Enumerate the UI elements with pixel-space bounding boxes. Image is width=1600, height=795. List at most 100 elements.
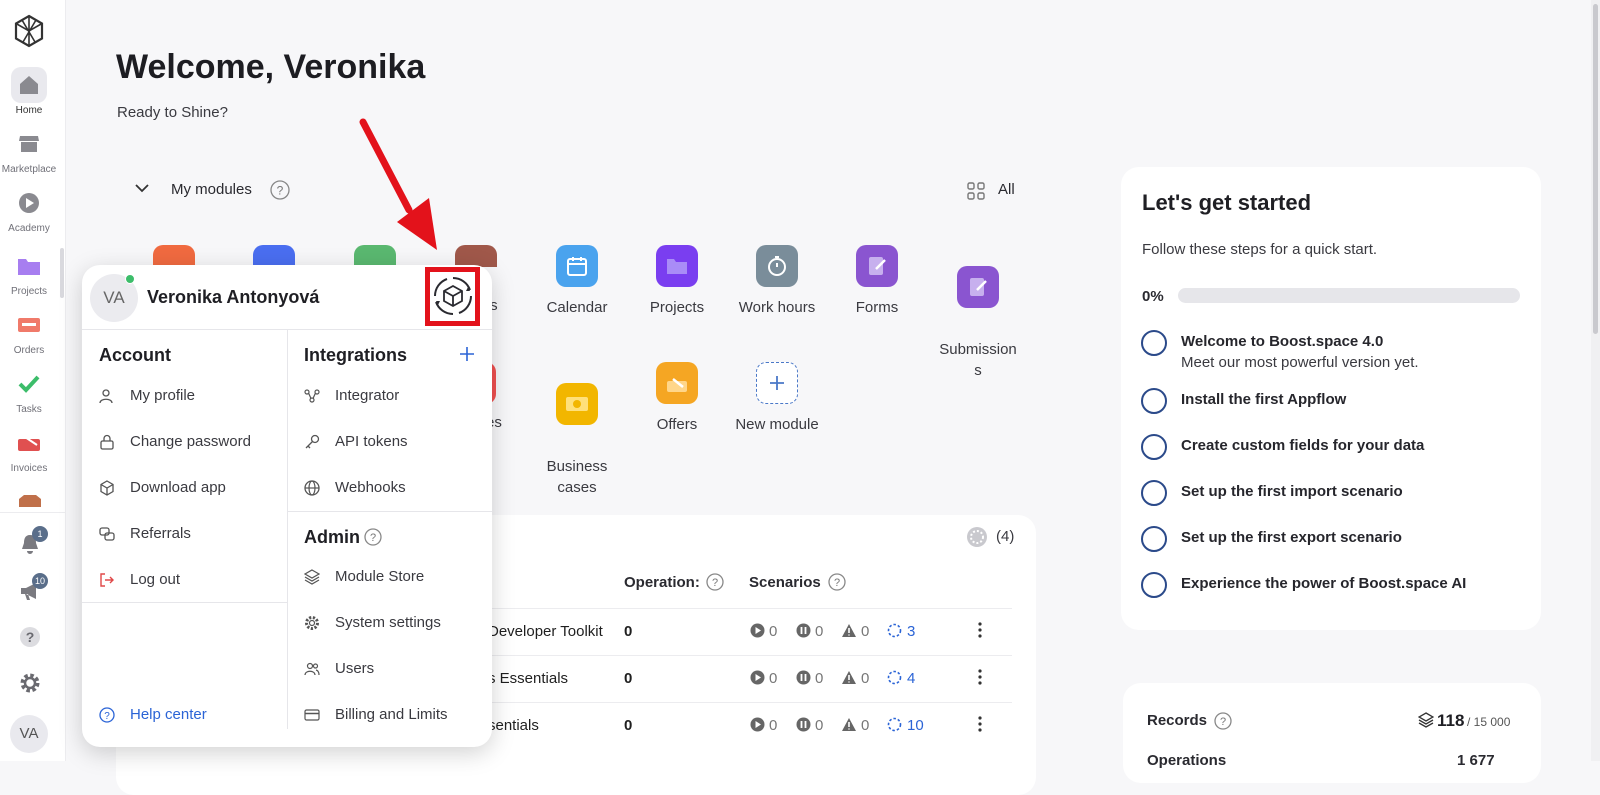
sidebar-item-tasks[interactable]: Tasks [0,366,58,415]
log-out-item[interactable]: Log out [99,571,279,591]
scenarios-count: (4) [996,528,1015,545]
play-icon [18,192,40,214]
divider [82,602,287,603]
check-icon [18,374,40,394]
users-item[interactable]: Users [304,660,484,680]
step-title: Create custom fields for your data [1181,437,1425,454]
lock-icon [99,434,115,450]
module-work-hours[interactable]: Work hours [727,245,827,318]
logout-icon [99,572,115,588]
step-title: Set up the first import scenario [1181,483,1403,500]
svg-text:?: ? [104,711,110,722]
sidebar-item-marketplace[interactable]: Marketplace [0,126,58,175]
step-status-circle-icon [1141,388,1167,414]
system-settings-cube-icon[interactable] [432,275,474,317]
scenario-total[interactable]: 4 [907,670,915,687]
running-count: 0 [769,717,778,734]
api-tokens-item[interactable]: API tokens [304,433,484,453]
help-center-link[interactable]: ? Help center [99,706,279,726]
announcements-badge: 10 [32,573,49,589]
module-store-item[interactable]: Module Store [304,568,484,588]
scenario-total-icon [887,670,902,685]
globe-icon [304,480,320,496]
billing-limits-item[interactable]: Billing and Limits [304,706,484,726]
sidebar-item-label: Invoices [10,463,48,474]
download-app-item[interactable]: Download app [99,479,279,499]
module-submissions[interactable]: Submission s [928,245,1028,402]
module-label: Work hours [738,299,816,316]
scenario-total-icon [887,717,902,732]
step-title: Set up the first export scenario [1181,529,1402,546]
module-label: Submission s [939,341,1017,379]
change-password-item[interactable]: Change password [99,433,279,453]
page-scrollbar[interactable] [1591,0,1600,761]
module-forms[interactable]: Forms [827,245,927,318]
more-options-icon[interactable] [978,669,982,685]
integrator-item[interactable]: Integrator [304,387,484,407]
home-icon [18,74,40,96]
add-integration-plus-icon[interactable] [459,346,475,362]
module-tile-partial[interactable] [153,245,195,267]
key-icon [304,434,320,450]
module-calendar[interactable]: Calendar [527,245,627,318]
menu-item-label: API tokens [335,433,408,450]
module-business-cases[interactable]: Business cases [527,362,627,519]
step-status-circle-icon [1141,526,1167,552]
menu-item-label: Referrals [130,525,191,542]
referrals-item[interactable]: Referrals [99,525,279,545]
help-icon[interactable]: ? [706,573,724,591]
app-logo-icon[interactable] [13,14,45,48]
system-settings-item[interactable]: System settings [304,614,484,634]
row-name: s Essentials [488,670,569,687]
help-center-label: Help center [130,706,207,723]
stopwatch-icon [756,245,798,287]
sidebar-item-academy[interactable]: Academy [0,185,58,234]
layers-icon [1418,712,1434,728]
sidebar-item-projects[interactable]: Projects [0,248,58,297]
records-limit: / 15 000 [1467,715,1511,729]
modules-section-title: My modules [171,181,252,198]
module-tile-partial[interactable] [253,245,295,267]
calendar-icon [556,245,598,287]
more-options-icon[interactable] [978,716,982,732]
page-subtitle: Ready to Shine? [117,104,228,121]
folder-icon [17,256,41,276]
pause-icon [796,623,811,638]
avatar[interactable]: VA [10,715,48,753]
box-icon[interactable] [18,495,42,507]
warning-icon [841,670,857,685]
help-icon[interactable]: ? [828,573,846,591]
more-options-icon[interactable] [978,622,982,638]
row-operations: 0 [624,717,633,734]
module-offers[interactable]: Offers [627,362,727,435]
module-tile-partial[interactable] [455,245,497,267]
scenario-total[interactable]: 10 [907,717,924,734]
running-count: 0 [769,623,778,640]
warning-icon [841,623,857,638]
notifications-badge: 1 [32,526,48,542]
step-title: Welcome to Boost.space 4.0 [1181,333,1384,350]
webhooks-item[interactable]: Webhooks [304,479,484,499]
sidebar-item-home[interactable]: Home [0,67,58,116]
svg-text:?: ? [277,184,284,198]
getting-started-subtitle: Follow these steps for a quick start. [1142,241,1378,258]
warning-count: 0 [861,670,870,687]
scenario-total[interactable]: 3 [907,623,915,640]
module-projects[interactable]: Projects [627,245,727,318]
help-icon[interactable]: ? [1214,712,1232,730]
collapse-chevron-icon[interactable] [135,183,149,193]
sidebar-item-orders[interactable]: Orders [0,307,58,356]
help-icon[interactable]: ? [364,528,382,546]
store-icon [18,134,40,154]
new-module-button[interactable]: New module [727,362,827,435]
sidebar-item-invoices[interactable]: Invoices [0,425,58,474]
help-icon[interactable]: ? [270,180,290,200]
offer-icon [656,362,698,404]
play-icon [750,717,765,732]
gear-icon[interactable] [19,672,41,694]
orders-icon [17,316,41,334]
sidebar-scrollbar[interactable] [60,248,64,298]
help-icon[interactable]: ? [19,626,41,648]
module-label: Calendar [546,299,608,316]
my-profile-item[interactable]: My profile [99,387,279,407]
